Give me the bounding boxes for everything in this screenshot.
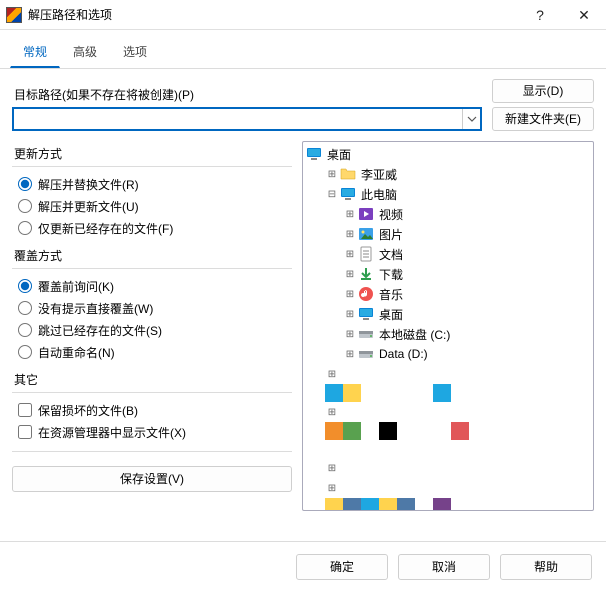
tree-item[interactable]: ⊞ 本地磁盘 (C:) [303, 324, 593, 344]
tree-item[interactable]: ⊞ 李亚威 [303, 164, 593, 184]
folder-icon [339, 166, 357, 182]
divider [12, 268, 292, 269]
cancel-button[interactable]: 取消 [398, 554, 490, 580]
radio-ask-before[interactable]: 覆盖前询问(K) [12, 275, 292, 297]
divider [12, 451, 292, 452]
radio-freshen-only[interactable]: 仅更新已经存在的文件(F) [12, 217, 292, 239]
music-icon [357, 286, 375, 302]
check-show-in-explorer[interactable]: 在资源管理器中显示文件(X) [12, 421, 292, 443]
tree-item[interactable]: ⊞ 文档 [303, 244, 593, 264]
tree-expand-toggle[interactable]: ⊞ [343, 289, 357, 300]
dest-path-dropdown-icon[interactable] [462, 109, 480, 129]
desktop-icon [305, 146, 323, 162]
tab-general[interactable]: 常规 [10, 36, 60, 68]
group-title-misc: 其它 [14, 371, 292, 388]
app-icon [6, 7, 22, 23]
help-button[interactable]: ? [518, 0, 562, 30]
tree-item-label: 音乐 [379, 286, 403, 303]
pc-icon [339, 186, 357, 202]
divider [12, 392, 292, 393]
tree-expand-toggle[interactable]: ⊟ [325, 189, 339, 200]
new-folder-button[interactable]: 新建文件夹(E) [492, 107, 594, 131]
image-icon [357, 226, 375, 242]
save-settings-button[interactable]: 保存设置(V) [12, 466, 292, 492]
desktop-icon [357, 306, 375, 322]
download-icon [357, 266, 375, 282]
dialog-footer: 确定 取消 帮助 [0, 541, 606, 591]
tree-expand-toggle[interactable]: ⊞ [343, 209, 357, 220]
tree-item-label: 图片 [379, 226, 403, 243]
censored-block [325, 498, 545, 510]
tree-item[interactable]: ⊞ 图片 [303, 224, 593, 244]
tree-expand-toggle[interactable]: ⊞ [343, 229, 357, 240]
divider [12, 166, 292, 167]
tree-item-label: 文档 [379, 246, 403, 263]
group-overwrite-mode: 覆盖方式 覆盖前询问(K) 没有提示直接覆盖(W) 跳过已经存在的文件(S) 自… [12, 247, 292, 363]
radio-extract-update[interactable]: 解压并更新文件(U) [12, 195, 292, 217]
tree-item-label: 此电脑 [361, 186, 397, 203]
drive-icon [357, 326, 375, 342]
tree-expand-toggle[interactable]: ⊞ [343, 249, 357, 260]
group-title-overwrite: 覆盖方式 [14, 247, 292, 264]
tree-item-label: 视频 [379, 206, 403, 223]
tree-item-label: 桌面 [379, 306, 403, 323]
drive-icon [357, 346, 375, 362]
dest-path-label: 目标路径(如果不存在将被创建)(P) [14, 86, 482, 103]
tree-expand-toggle[interactable]: ⊞ [303, 402, 593, 422]
tree-expand-toggle[interactable]: ⊞ [343, 309, 357, 320]
video-icon [357, 206, 375, 222]
tree-item-label: 下载 [379, 266, 403, 283]
tree-item[interactable]: ⊞ 下载 [303, 264, 593, 284]
check-keep-broken[interactable]: 保留损坏的文件(B) [12, 399, 292, 421]
radio-extract-replace[interactable]: 解压并替换文件(R) [12, 173, 292, 195]
radio-skip-existing[interactable]: 跳过已经存在的文件(S) [12, 319, 292, 341]
dest-path-input[interactable] [14, 109, 462, 129]
tree-item[interactable]: ⊞ 桌面 [303, 304, 593, 324]
tree-item[interactable]: ⊞ Data (D:) [303, 344, 593, 364]
ok-button[interactable]: 确定 [296, 554, 388, 580]
tab-bar: 常规 高级 选项 [0, 36, 606, 69]
tree-item-label: 李亚威 [361, 166, 397, 183]
group-title-update: 更新方式 [14, 145, 292, 162]
close-button[interactable]: ✕ [562, 0, 606, 30]
group-update-mode: 更新方式 解压并替换文件(R) 解压并更新文件(U) 仅更新已经存在的文件(F) [12, 145, 292, 239]
folder-tree[interactable]: 桌面 ⊞李亚威⊟此电脑⊞视频⊞图片⊞文档⊞下载⊞音乐⊞桌面⊞本地磁盘 (C:)⊞… [303, 142, 593, 510]
tree-item[interactable]: ⊞ 音乐 [303, 284, 593, 304]
tree-item-label: Data (D:) [379, 347, 428, 361]
tree-root[interactable]: 桌面 [303, 144, 593, 164]
tab-options[interactable]: 选项 [110, 36, 160, 68]
display-button[interactable]: 显示(D) [492, 79, 594, 103]
tree-expand-toggle[interactable]: ⊞ [303, 364, 593, 384]
censored-block [325, 422, 525, 440]
tree-expand-toggle[interactable]: ⊞ [325, 169, 339, 180]
tree-item-label: 本地磁盘 (C:) [379, 326, 450, 343]
censored-block [325, 384, 525, 402]
dest-path-combobox[interactable] [12, 107, 482, 131]
doc-icon [357, 246, 375, 262]
help-button-footer[interactable]: 帮助 [500, 554, 592, 580]
radio-auto-rename[interactable]: 自动重命名(N) [12, 341, 292, 363]
tree-expand-toggle[interactable]: ⊞ [343, 349, 357, 360]
window-title: 解压路径和选项 [28, 6, 518, 23]
tree-expand-toggle[interactable]: ⊞ [303, 478, 593, 498]
folder-tree-panel: 桌面 ⊞李亚威⊟此电脑⊞视频⊞图片⊞文档⊞下载⊞音乐⊞桌面⊞本地磁盘 (C:)⊞… [302, 141, 594, 511]
tree-item[interactable]: ⊞ 视频 [303, 204, 593, 224]
radio-overwrite-no-prompt[interactable]: 没有提示直接覆盖(W) [12, 297, 292, 319]
window-title-bar: 解压路径和选项 ? ✕ [0, 0, 606, 30]
tree-expand-toggle[interactable]: ⊞ [343, 269, 357, 280]
tree-expand-toggle[interactable]: ⊞ [303, 458, 593, 478]
tab-advanced[interactable]: 高级 [60, 36, 110, 68]
group-misc: 其它 保留损坏的文件(B) 在资源管理器中显示文件(X) [12, 371, 292, 443]
tree-item[interactable]: ⊟ 此电脑 [303, 184, 593, 204]
tree-expand-toggle[interactable]: ⊞ [343, 329, 357, 340]
